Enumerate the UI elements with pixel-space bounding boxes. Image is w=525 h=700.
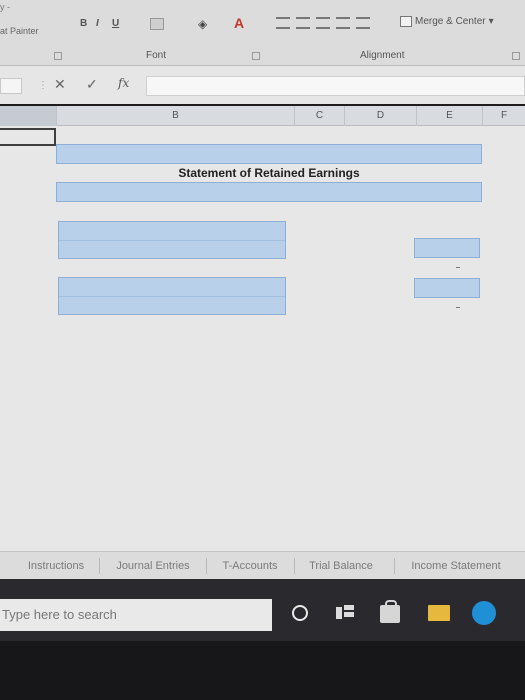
chevron-down-icon: ▾ xyxy=(488,16,494,27)
alignment-buttons[interactable] xyxy=(276,17,386,33)
label-cell-group-2[interactable] xyxy=(58,277,286,315)
file-explorer-icon[interactable] xyxy=(428,605,450,621)
font-group-label: Font xyxy=(146,50,167,61)
store-icon[interactable] xyxy=(380,600,400,623)
decrease-indent-icon[interactable] xyxy=(336,17,350,29)
tab-instructions[interactable]: Instructions xyxy=(18,556,94,576)
task-view-icon[interactable] xyxy=(336,605,354,621)
merge-center-button[interactable]: Merge & Center ▾ xyxy=(400,16,494,27)
date-band-cell[interactable] xyxy=(56,182,482,202)
increase-indent-icon[interactable] xyxy=(356,17,370,29)
align-right-icon[interactable] xyxy=(316,17,330,29)
clipboard-label: y - xyxy=(0,2,10,12)
tab-divider xyxy=(394,558,395,574)
column-header-c[interactable]: C xyxy=(294,106,344,126)
tab-divider xyxy=(294,558,295,574)
select-all-corner[interactable] xyxy=(0,106,56,126)
align-center-icon[interactable] xyxy=(296,17,310,29)
tab-divider xyxy=(206,558,207,574)
amount-cell-2[interactable] xyxy=(414,278,480,298)
merge-icon xyxy=(400,16,412,27)
sheet-tabs: Instructions Journal Entries T-Accounts … xyxy=(0,551,525,579)
alignment-group-label: Alignment xyxy=(360,50,405,61)
screen-bezel xyxy=(0,641,525,700)
column-headers: B C D E F xyxy=(0,106,525,126)
italic-button[interactable]: I xyxy=(96,18,99,29)
borders-icon[interactable] xyxy=(150,18,164,30)
bold-button[interactable]: B xyxy=(80,18,87,29)
column-header-d[interactable]: D xyxy=(344,106,416,126)
tab-income-statement[interactable]: Income Statement xyxy=(402,556,510,576)
alignment-launcher-icon[interactable] xyxy=(512,52,520,60)
formula-input[interactable] xyxy=(146,76,525,96)
font-launcher-icon[interactable] xyxy=(252,52,260,60)
column-header-e[interactable]: E xyxy=(416,106,482,126)
cancel-icon[interactable]: ✕ xyxy=(54,76,66,93)
enter-icon[interactable]: ✓ xyxy=(86,76,98,93)
insert-function-icon[interactable]: fx xyxy=(118,76,129,90)
dash-mark xyxy=(456,307,460,308)
amount-cell-1[interactable] xyxy=(414,238,480,258)
edge-browser-icon[interactable] xyxy=(472,601,496,625)
formula-bar: ⋮ ✕ ✓ fx xyxy=(0,66,525,104)
tab-divider xyxy=(99,558,100,574)
underline-button[interactable]: U xyxy=(112,18,119,29)
dash-mark xyxy=(456,267,460,268)
tab-trial-balance[interactable]: Trial Balance xyxy=(300,556,382,576)
fill-color-icon[interactable]: ◈ xyxy=(198,17,207,31)
taskbar-search-input[interactable]: Type here to search xyxy=(0,599,272,631)
label-cell-group-1[interactable] xyxy=(58,221,286,259)
ribbon: y - at Painter B I U ◈ A Merge & Center … xyxy=(0,0,525,66)
column-header-b[interactable]: B xyxy=(56,106,294,126)
statement-title: Statement of Retained Earnings xyxy=(178,166,360,180)
align-left-icon[interactable] xyxy=(276,17,290,29)
tab-journal-entries[interactable]: Journal Entries xyxy=(108,556,198,576)
font-color-icon[interactable]: A xyxy=(234,15,244,31)
header-band-cell[interactable] xyxy=(56,144,482,164)
worksheet-grid[interactable]: Statement of Retained Earnings xyxy=(0,126,525,551)
name-box[interactable] xyxy=(0,78,22,94)
merge-center-label: Merge & Center xyxy=(415,16,486,27)
cortana-icon[interactable] xyxy=(292,605,308,621)
format-painter-button[interactable]: at Painter xyxy=(0,26,39,36)
active-cell[interactable] xyxy=(0,128,56,146)
more-icon[interactable]: ⋮ xyxy=(38,80,48,91)
clipboard-launcher-icon[interactable] xyxy=(54,52,62,60)
column-header-f[interactable]: F xyxy=(482,106,525,126)
tab-t-accounts[interactable]: T-Accounts xyxy=(212,556,288,576)
windows-taskbar: Type here to search xyxy=(0,579,525,641)
